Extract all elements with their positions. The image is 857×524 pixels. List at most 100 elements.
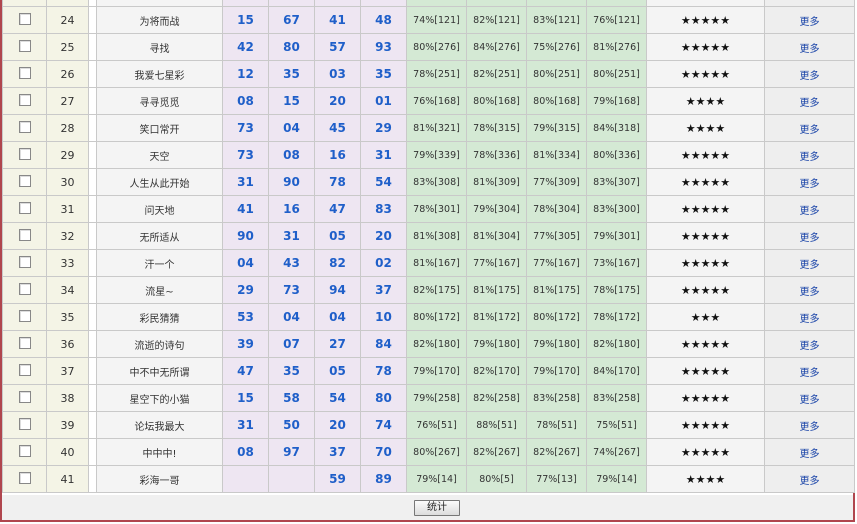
row-checkbox[interactable] [18, 147, 31, 160]
more-link[interactable]: 更多 [764, 303, 855, 331]
row-checkbox-cell [2, 222, 47, 250]
row-spacer [88, 60, 97, 88]
table-row: 28 笑口常开 73 04 45 29 81%[321] 78%[315] 79%[315] 84… [2, 114, 855, 142]
hit-rate: 78%[51] [526, 411, 587, 439]
hit-rate: 78%[315] [466, 114, 527, 142]
row-number: 31 [46, 195, 89, 223]
row-checkbox[interactable] [18, 120, 31, 133]
row-checkbox-cell [2, 357, 47, 385]
row-checkbox[interactable] [18, 174, 31, 187]
hit-rate: 77%[167] [526, 249, 587, 277]
row-spacer [88, 222, 97, 250]
more-link[interactable]: 更多 [764, 249, 855, 277]
statistics-button[interactable]: 统计 [414, 500, 460, 516]
row-checkbox[interactable] [18, 255, 31, 268]
row-checkbox-cell [2, 438, 47, 466]
row-checkbox[interactable] [18, 201, 31, 214]
row-checkbox[interactable] [18, 390, 31, 403]
hit-rate: 84%[318] [586, 114, 647, 142]
row-spacer [88, 330, 97, 358]
star-rating: ★★★★★ [646, 438, 765, 466]
more-link[interactable]: 更多 [764, 141, 855, 169]
row-number: 40 [46, 438, 89, 466]
hit-rate: 81%[321] [406, 114, 467, 142]
more-link[interactable]: 更多 [764, 276, 855, 304]
more-link[interactable]: 更多 [764, 465, 855, 493]
table-row: 37 中不中无所谓 47 35 05 78 79%[170] 82%[170] 79%[170]… [2, 357, 855, 385]
row-checkbox[interactable] [18, 363, 31, 376]
more-link[interactable]: 更多 [764, 168, 855, 196]
predicted-number: 16 [314, 141, 361, 169]
row-checkbox[interactable] [18, 93, 31, 106]
table-row: 30 人生从此开始 31 90 78 54 83%[308] 81%[309] 77%[309]… [2, 168, 855, 196]
hit-rate: 80%[172] [526, 303, 587, 331]
row-checkbox[interactable] [18, 282, 31, 295]
star-rating: ★★★★★ [646, 357, 765, 385]
predicted-number: 20 [360, 222, 407, 250]
predicted-number: 70 [360, 438, 407, 466]
row-checkbox[interactable] [18, 336, 31, 349]
hit-rate: 76%[51] [406, 411, 467, 439]
more-link[interactable]: 更多 [764, 114, 855, 142]
predicted-number: 02 [360, 249, 407, 277]
more-link[interactable]: 更多 [764, 222, 855, 250]
hit-rate: 77%[13] [526, 465, 587, 493]
user-name: 天空 [96, 141, 223, 169]
row-checkbox[interactable] [18, 66, 31, 79]
hit-rate: 82%[180] [406, 330, 467, 358]
row-spacer [88, 276, 97, 304]
predicted-number: 57 [314, 33, 361, 61]
more-link[interactable]: 更多 [764, 33, 855, 61]
hit-rate: 78%[251] [406, 60, 467, 88]
row-checkbox[interactable] [18, 309, 31, 322]
more-link[interactable]: 更多 [764, 330, 855, 358]
predicted-number: 94 [314, 276, 361, 304]
row-checkbox[interactable] [18, 471, 31, 484]
row-number: 28 [46, 114, 89, 142]
more-link[interactable]: 更多 [764, 195, 855, 223]
row-spacer [88, 6, 97, 34]
row-spacer [88, 168, 97, 196]
more-link[interactable]: 更多 [764, 411, 855, 439]
hit-rate: 82%[121] [466, 6, 527, 34]
row-checkbox-cell [2, 465, 47, 493]
hit-rate: 78%[336] [466, 141, 527, 169]
hit-rate: 79%[14] [586, 465, 647, 493]
hit-rate: 79%[258] [406, 384, 467, 412]
row-checkbox-cell [2, 303, 47, 331]
row-checkbox[interactable] [18, 39, 31, 52]
more-link[interactable]: 更多 [764, 357, 855, 385]
row-checkbox[interactable] [18, 444, 31, 457]
row-checkbox[interactable] [18, 228, 31, 241]
hit-rate: 79%[14] [406, 465, 467, 493]
hit-rate: 79%[180] [466, 330, 527, 358]
table-row: 26 我爱七星彩 12 35 03 35 78%[251] 82%[251] 80%[251] 8… [2, 60, 855, 88]
more-link[interactable]: 更多 [764, 87, 855, 115]
more-link[interactable]: 更多 [764, 60, 855, 88]
more-link[interactable]: 更多 [764, 438, 855, 466]
star-rating: ★★★★ [646, 114, 765, 142]
hit-rate: 80%[168] [466, 87, 527, 115]
row-checkbox[interactable] [18, 417, 31, 430]
predicted-number: 47 [314, 195, 361, 223]
star-rating: ★★★★★ [646, 33, 765, 61]
hit-rate: 82%[170] [466, 357, 527, 385]
star-rating: ★★★★ [646, 465, 765, 493]
hit-rate: 79%[170] [406, 357, 467, 385]
star-rating: ★★★★★ [646, 249, 765, 277]
predicted-number: 78 [360, 357, 407, 385]
star-rating: ★★★★★ [646, 6, 765, 34]
predicted-number: 31 [222, 411, 269, 439]
row-number: 41 [46, 465, 89, 493]
row-spacer [88, 141, 97, 169]
table-row: 32 无所适从 90 31 05 20 81%[308] 81%[304] 77%[305] 79… [2, 222, 855, 250]
predicted-number: 59 [314, 465, 361, 493]
user-name: 笑口常开 [96, 114, 223, 142]
hit-rate: 81%[334] [526, 141, 587, 169]
row-checkbox[interactable] [18, 12, 31, 25]
more-link[interactable]: 更多 [764, 6, 855, 34]
more-link[interactable]: 更多 [764, 384, 855, 412]
predicted-number: 20 [314, 411, 361, 439]
hit-rate: 81%[309] [466, 168, 527, 196]
table-row: 29 天空 73 08 16 31 79%[339] 78%[336] 81%[334] 80%[… [2, 141, 855, 169]
